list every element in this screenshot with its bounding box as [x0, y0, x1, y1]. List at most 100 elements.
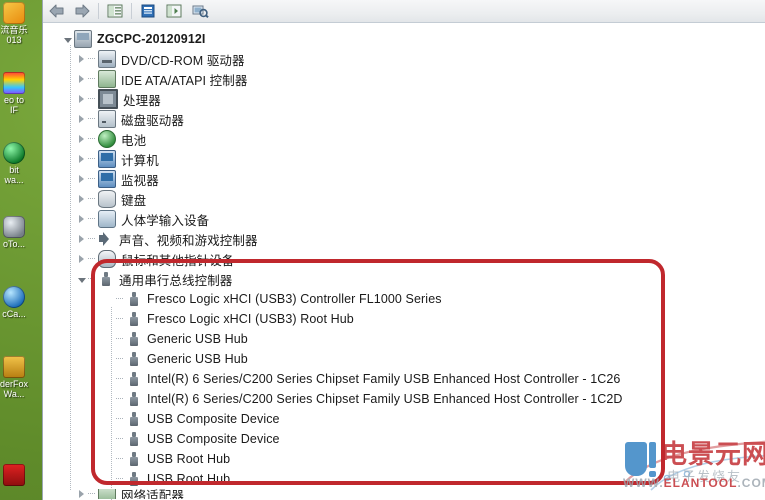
tree-node-label: 网络适配器: [121, 489, 185, 499]
tree-leaf-usb-device[interactable]: Fresco Logic xHCI (USB3) Root Hub: [43, 309, 765, 329]
tree-leaf-usb-device[interactable]: USB Root Hub: [43, 469, 765, 489]
tree-leaf-usb-device[interactable]: Generic USB Hub: [43, 329, 765, 349]
tree-dot-connector: [116, 409, 126, 429]
tree-node-usb-controllers[interactable]: 通用串行总线控制器: [43, 269, 765, 289]
usb-device-icon: [126, 411, 142, 427]
tree-node-computer[interactable]: 计算机: [43, 149, 765, 169]
tree-root-label: ZGCPC-20120912I: [97, 32, 206, 46]
desktop-icon-camera-photoshow[interactable]: oTo...: [0, 216, 42, 249]
expander-closed-icon[interactable]: [75, 149, 88, 169]
tree-leaf-usb-device[interactable]: USB Root Hub: [43, 449, 765, 469]
desktop-icon-kugou-music[interactable]: 流音乐 013: [0, 2, 42, 45]
expander-closed-icon[interactable]: [75, 129, 88, 149]
expander-closed-icon[interactable]: [75, 209, 88, 229]
tree-node-processor[interactable]: 处理器: [43, 89, 765, 109]
tree-leaf-label: Fresco Logic xHCI (USB3) Controller FL10…: [147, 292, 442, 306]
tree-node-battery[interactable]: 电池: [43, 129, 765, 149]
tree-node-sound-video-game[interactable]: 声音、视频和游戏控制器: [43, 229, 765, 249]
tree-leaf-usb-device[interactable]: USB Composite Device: [43, 429, 765, 449]
tree-dot-connector: [88, 49, 98, 69]
desktop-icon-green-tool[interactable]: bit wa...: [0, 142, 42, 185]
expander-closed-icon[interactable]: [75, 229, 88, 249]
tree-node-label: 监视器: [121, 173, 159, 188]
back-button[interactable]: [43, 1, 69, 21]
tree-node-mouse[interactable]: 鼠标和其他指针设备: [43, 249, 765, 269]
tree-dot-connector: [116, 429, 126, 449]
tree-leaf-label: Fresco Logic xHCI (USB3) Root Hub: [147, 312, 354, 326]
scan-hardware-changes-button[interactable]: [187, 1, 213, 21]
desktop-icon-label-2: wa...: [4, 175, 24, 185]
battery-icon: [98, 130, 116, 148]
camera-icon: [3, 216, 25, 238]
desktop-icon-lock-folderfox[interactable]: derFox Wa...: [0, 356, 42, 399]
sound-video-game-icon: [98, 231, 114, 247]
usb-device-icon: [126, 311, 142, 327]
usb-device-icon: [126, 391, 142, 407]
properties-button[interactable]: [135, 1, 161, 21]
arrow-left-icon: [49, 4, 63, 18]
expander-closed-icon[interactable]: [75, 249, 88, 269]
expander-open-icon[interactable]: [61, 29, 74, 49]
desktop-icon-label: derFox: [0, 379, 28, 389]
tree-leaf-label: Generic USB Hub: [147, 352, 248, 366]
monitor-icon: [98, 170, 116, 188]
tree-node-label: 声音、视频和游戏控制器: [119, 233, 258, 248]
usb-device-icon: [126, 451, 142, 467]
usb-device-icon: [126, 371, 142, 387]
tree-dot-connector: [88, 169, 98, 189]
tree-dot-connector: [116, 469, 126, 489]
tree-node-monitor[interactable]: 监视器: [43, 169, 765, 189]
desktop-icon-globe-netcall[interactable]: cCa...: [0, 286, 42, 319]
usb-device-icon: [126, 431, 142, 447]
expander-closed-icon[interactable]: [75, 109, 88, 129]
update-driver-button[interactable]: [161, 1, 187, 21]
keyboard-icon: [98, 190, 116, 208]
desktop-icon-red-app[interactable]: [0, 464, 42, 487]
expander-open-icon[interactable]: [75, 269, 88, 289]
usb-device-icon: [126, 331, 142, 347]
show-hide-console-tree-button[interactable]: [102, 1, 128, 21]
forward-button[interactable]: [69, 1, 95, 21]
desktop-icon-label: cCa...: [2, 309, 26, 319]
desktop-icon-label-2: Wa...: [3, 389, 25, 399]
desktop-icon-label: oTo...: [2, 239, 25, 249]
tree-node-hid[interactable]: 人体学输入设备: [43, 209, 765, 229]
tree-leaf-usb-device[interactable]: Intel(R) 6 Series/C200 Series Chipset Fa…: [43, 369, 765, 389]
tree-dot-connector: [88, 129, 98, 149]
tree-node-label: DVD/CD-ROM 驱动器: [121, 53, 245, 68]
tree-dot-connector: [88, 269, 98, 289]
console-tree-icon: [107, 4, 123, 18]
tree-node-label: 人体学输入设备: [121, 213, 210, 228]
tree-node-disk-drives[interactable]: 磁盘驱动器: [43, 109, 765, 129]
desktop-icon-label-2: IF: [10, 105, 18, 115]
tree-dot-connector: [116, 349, 126, 369]
device-tree-pane[interactable]: ZGCPC-20120912I DVD/CD-ROM 驱动器 IDE ATA/A…: [43, 23, 765, 500]
tree-root-node[interactable]: ZGCPC-20120912I: [43, 29, 765, 49]
tree-leaf-label: USB Root Hub: [147, 472, 231, 486]
expander-closed-icon[interactable]: [75, 49, 88, 69]
tree-node-dvd-cdrom[interactable]: DVD/CD-ROM 驱动器: [43, 49, 765, 69]
video-to-gif-icon: [3, 72, 25, 94]
tree-leaf-usb-device[interactable]: Generic USB Hub: [43, 349, 765, 369]
expander-closed-icon[interactable]: [75, 169, 88, 189]
device-tree: ZGCPC-20120912I DVD/CD-ROM 驱动器 IDE ATA/A…: [43, 23, 765, 500]
expander-closed-icon[interactable]: [75, 189, 88, 209]
tree-leaf-usb-device[interactable]: Fresco Logic xHCI (USB3) Controller FL10…: [43, 289, 765, 309]
processor-icon: [98, 89, 118, 109]
expander-closed-icon[interactable]: [75, 89, 88, 109]
tree-leaf-usb-device[interactable]: USB Composite Device: [43, 409, 765, 429]
tree-node-label: 鼠标和其他指针设备: [121, 253, 235, 268]
desktop-icon-video-to-gif[interactable]: eo to IF: [0, 72, 42, 115]
tree-dot-connector: [88, 209, 98, 229]
expander-closed-icon[interactable]: [75, 69, 88, 89]
tree-node-network-adapter-partial[interactable]: 网络适配器: [43, 489, 765, 499]
tree-dot-connector: [88, 229, 98, 249]
tree-node-keyboard[interactable]: 键盘: [43, 189, 765, 209]
tree-node-ide-ata-atapi[interactable]: IDE ATA/ATAPI 控制器: [43, 69, 765, 89]
expander-closed-icon[interactable]: [75, 489, 88, 499]
computer-node-icon: [98, 150, 116, 168]
tree-dot-connector: [88, 149, 98, 169]
desktop-icon-column: 流音乐 013 eo to IF bit wa... oTo... cCa...…: [0, 0, 42, 500]
tree-leaf-usb-device[interactable]: Intel(R) 6 Series/C200 Series Chipset Fa…: [43, 389, 765, 409]
hid-icon: [98, 210, 116, 228]
